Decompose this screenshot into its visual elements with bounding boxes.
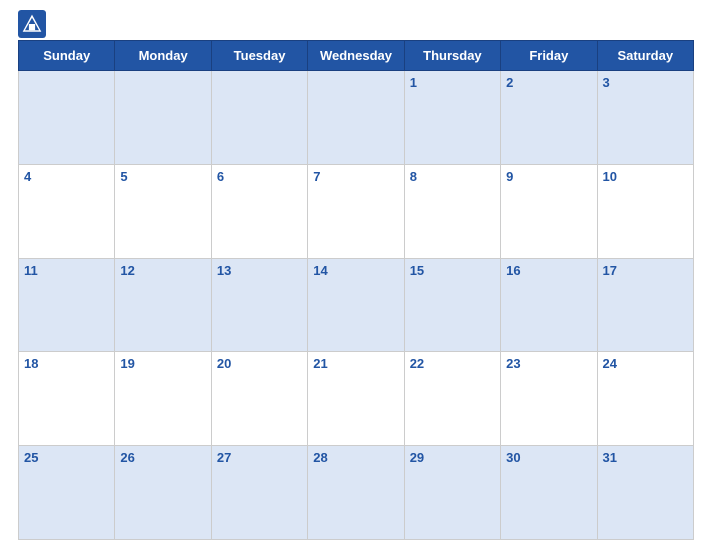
weekday-header-wednesday: Wednesday <box>308 41 404 71</box>
calendar-cell: 28 <box>308 446 404 540</box>
weekday-header-friday: Friday <box>501 41 597 71</box>
day-number: 16 <box>506 263 520 278</box>
day-number: 21 <box>313 356 327 371</box>
calendar-cell <box>115 71 211 165</box>
calendar-cell: 7 <box>308 164 404 258</box>
calendar-cell: 10 <box>597 164 693 258</box>
calendar-cell: 15 <box>404 258 500 352</box>
day-number: 12 <box>120 263 134 278</box>
calendar-cell <box>211 71 307 165</box>
day-number: 2 <box>506 75 513 90</box>
calendar-cell: 17 <box>597 258 693 352</box>
calendar-cell: 12 <box>115 258 211 352</box>
weekday-header-tuesday: Tuesday <box>211 41 307 71</box>
calendar-cell: 30 <box>501 446 597 540</box>
weekday-header-sunday: Sunday <box>19 41 115 71</box>
calendar-cell <box>308 71 404 165</box>
calendar-cell: 23 <box>501 352 597 446</box>
day-number: 15 <box>410 263 424 278</box>
day-number: 4 <box>24 169 31 184</box>
calendar-cell: 22 <box>404 352 500 446</box>
day-number: 23 <box>506 356 520 371</box>
day-number: 29 <box>410 450 424 465</box>
week-row-2: 4 5 6 7 8 9 10 <box>19 164 694 258</box>
day-number: 26 <box>120 450 134 465</box>
day-number: 6 <box>217 169 224 184</box>
week-row-3: 11 12 13 14 15 16 17 <box>19 258 694 352</box>
top-bar <box>18 10 694 38</box>
day-number: 20 <box>217 356 231 371</box>
calendar-cell: 4 <box>19 164 115 258</box>
day-number: 5 <box>120 169 127 184</box>
calendar-cell: 14 <box>308 258 404 352</box>
calendar-cell: 29 <box>404 446 500 540</box>
weekday-header-thursday: Thursday <box>404 41 500 71</box>
week-row-4: 18 19 20 21 22 23 24 <box>19 352 694 446</box>
day-number: 30 <box>506 450 520 465</box>
calendar-cell: 13 <box>211 258 307 352</box>
day-number: 3 <box>603 75 610 90</box>
calendar-cell: 2 <box>501 71 597 165</box>
day-number: 11 <box>24 263 38 278</box>
week-row-5: 25 26 27 28 29 30 31 <box>19 446 694 540</box>
calendar-cell: 8 <box>404 164 500 258</box>
calendar-cell: 25 <box>19 446 115 540</box>
day-number: 22 <box>410 356 424 371</box>
day-number: 28 <box>313 450 327 465</box>
calendar-cell: 18 <box>19 352 115 446</box>
calendar-table: SundayMondayTuesdayWednesdayThursdayFrid… <box>18 40 694 540</box>
calendar-cell: 3 <box>597 71 693 165</box>
calendar-cell <box>19 71 115 165</box>
weekday-header-saturday: Saturday <box>597 41 693 71</box>
day-number: 17 <box>603 263 617 278</box>
logo-area <box>18 10 50 38</box>
calendar-cell: 16 <box>501 258 597 352</box>
calendar-cell: 20 <box>211 352 307 446</box>
day-number: 13 <box>217 263 231 278</box>
weekday-header-monday: Monday <box>115 41 211 71</box>
day-number: 19 <box>120 356 134 371</box>
calendar-cell: 5 <box>115 164 211 258</box>
week-row-1: 1 2 3 <box>19 71 694 165</box>
day-number: 14 <box>313 263 327 278</box>
day-number: 27 <box>217 450 231 465</box>
calendar-cell: 19 <box>115 352 211 446</box>
generalblue-logo-icon <box>18 10 46 38</box>
calendar-cell: 11 <box>19 258 115 352</box>
calendar-cell: 21 <box>308 352 404 446</box>
calendar-cell: 31 <box>597 446 693 540</box>
weekday-header-row: SundayMondayTuesdayWednesdayThursdayFrid… <box>19 41 694 71</box>
calendar-cell: 9 <box>501 164 597 258</box>
day-number: 8 <box>410 169 417 184</box>
day-number: 9 <box>506 169 513 184</box>
calendar-cell: 1 <box>404 71 500 165</box>
calendar-cell: 27 <box>211 446 307 540</box>
calendar-cell: 24 <box>597 352 693 446</box>
day-number: 25 <box>24 450 38 465</box>
calendar-cell: 26 <box>115 446 211 540</box>
day-number: 24 <box>603 356 617 371</box>
day-number: 18 <box>24 356 38 371</box>
day-number: 1 <box>410 75 417 90</box>
day-number: 31 <box>603 450 617 465</box>
day-number: 7 <box>313 169 320 184</box>
calendar-cell: 6 <box>211 164 307 258</box>
day-number: 10 <box>603 169 617 184</box>
